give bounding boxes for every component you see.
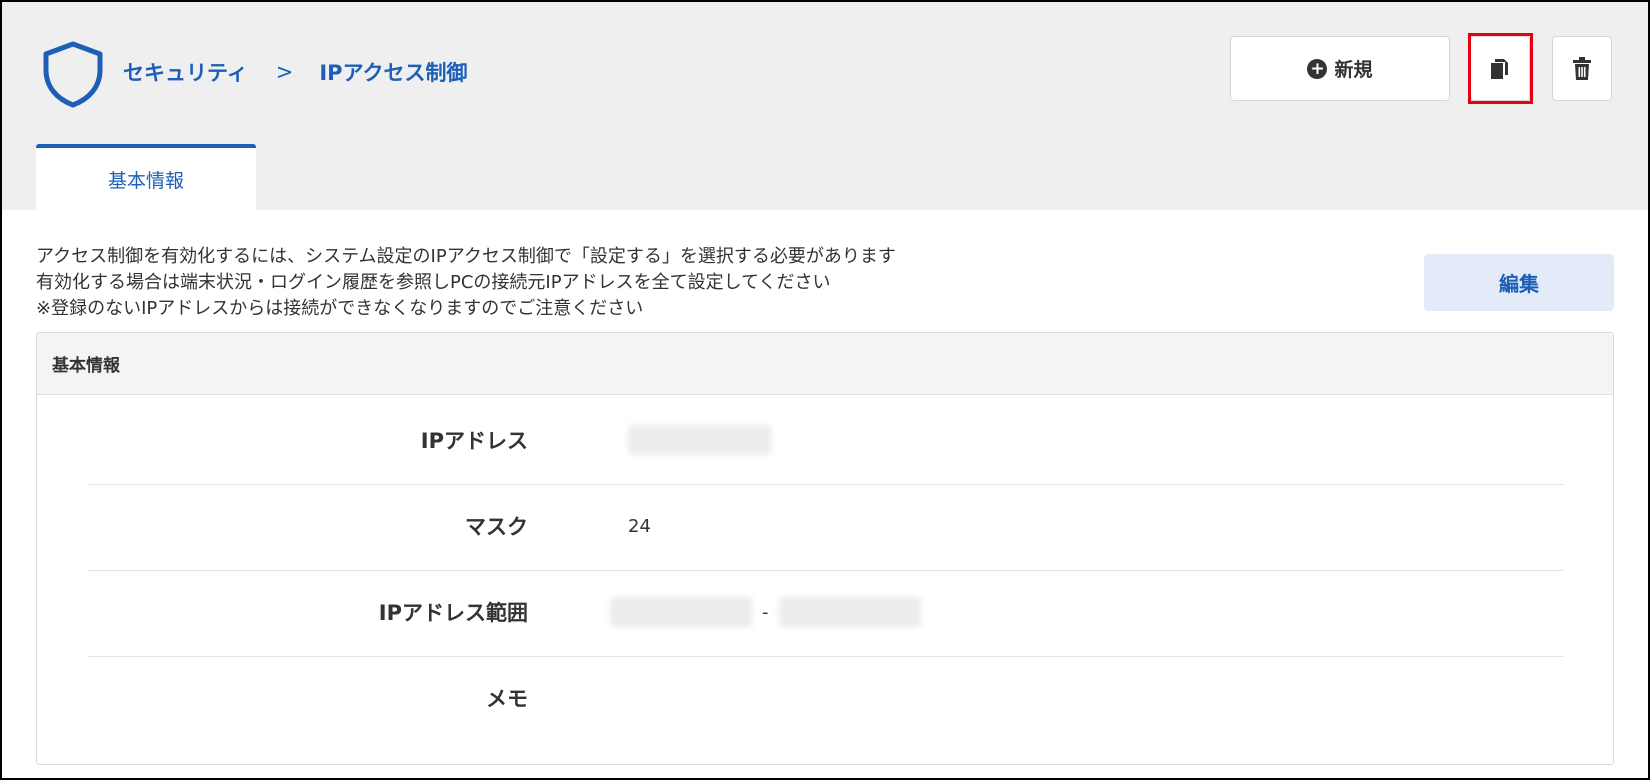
field-label: メモ (486, 687, 528, 711)
shield-icon (43, 41, 103, 108)
field-row-mask: マスク 24 (88, 481, 1564, 571)
range-separator: - (762, 601, 769, 623)
field-label: IPアドレス範囲 (378, 601, 528, 625)
plus-circle-icon: + (1307, 58, 1328, 79)
copy-button[interactable] (1470, 36, 1530, 101)
edit-button[interactable]: 編集 (1424, 254, 1614, 311)
trash-icon (1573, 56, 1591, 80)
field-row-ip-address: IPアドレス (88, 395, 1564, 485)
window-frame: セキュリティ > IPアクセス制御 + 新規 基本情報 アクセス制御を有効化する… (0, 0, 1650, 780)
notice-line-3: ※登録のないIPアドレスからは接続ができなくなりますのでご注意ください (36, 298, 644, 319)
field-label: IPアドレス (420, 429, 528, 453)
tab-basic-info[interactable]: 基本情報 (36, 144, 256, 210)
field-label: マスク (465, 515, 528, 539)
new-button[interactable]: + 新規 (1230, 36, 1450, 101)
ip-range-value: - (610, 567, 921, 657)
breadcrumb-current: IPアクセス制御 (319, 61, 468, 85)
notice-line-2: 有効化する場合は端末状況・ログイン履歴を参照しPCの接続元IPアドレスを全て設定… (36, 272, 831, 293)
tab-label: 基本情報 (107, 169, 184, 192)
breadcrumb-section[interactable]: セキュリティ (123, 57, 248, 87)
redacted-range-start (610, 597, 752, 627)
notice-text: アクセス制御を有効化するには、システム設定のIPアクセス制御で「設定する」を選択… (36, 244, 896, 322)
breadcrumb: セキュリティ > IPアクセス制御 (123, 54, 468, 90)
notice-line-1: アクセス制御を有効化するには、システム設定のIPアクセス制御で「設定する」を選択… (36, 246, 896, 267)
panel-title: 基本情報 (37, 333, 1613, 395)
field-row-memo: メモ (88, 653, 1564, 743)
mask-value: 24 (628, 515, 651, 537)
page-header: セキュリティ > IPアクセス制御 + 新規 基本情報 (2, 2, 1648, 210)
breadcrumb-separator: > (275, 60, 294, 84)
copy-icon (1491, 58, 1508, 79)
field-row-ip-range: IPアドレス範囲 - (88, 567, 1564, 657)
redacted-ip-address (628, 425, 771, 455)
delete-button[interactable] (1552, 36, 1612, 101)
new-button-label: 新規 (1334, 59, 1373, 81)
redacted-range-end (778, 597, 921, 627)
ip-address-value (628, 395, 771, 485)
basic-info-panel: 基本情報 IPアドレス マスク 24 IPアドレス範囲 - メモ (36, 332, 1614, 765)
